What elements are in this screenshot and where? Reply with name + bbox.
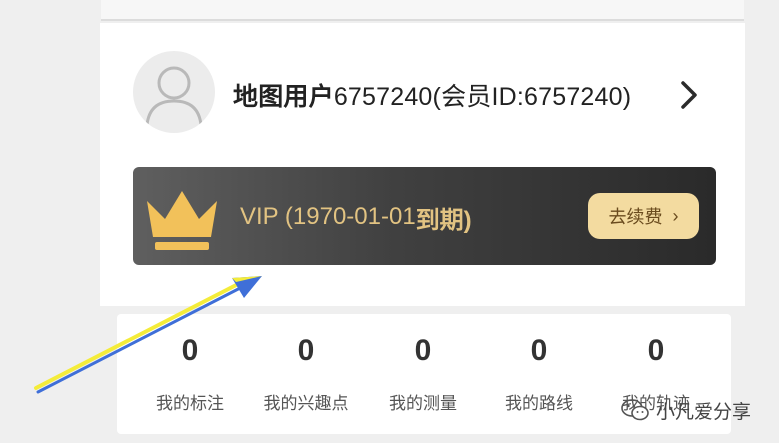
- chevron-right-icon[interactable]: [676, 78, 702, 112]
- stat-poi[interactable]: 0 我的兴趣点: [245, 314, 367, 434]
- renew-arrow-icon: ›: [672, 205, 679, 226]
- stat-label: 我的测量: [389, 394, 457, 413]
- stat-count: 0: [647, 334, 665, 367]
- stat-count: 0: [414, 334, 432, 367]
- user-name-line[interactable]: 地图用户 6757240(会员ID:6757240): [233, 75, 631, 115]
- stat-routes[interactable]: 0 我的路线: [478, 314, 600, 434]
- vip-status-date: VIP (1970-01-01: [240, 203, 416, 230]
- member-id: 6757240(会员ID:6757240): [333, 83, 632, 111]
- renew-label: 去续费: [608, 207, 663, 227]
- profile-card: 地图用户 6757240(会员ID:6757240) VIP (1970-01-…: [100, 23, 745, 306]
- vip-status: VIP (1970-01-01 到期): [240, 197, 472, 237]
- vip-banner[interactable]: VIP (1970-01-01 到期) 去续费 ›: [133, 167, 716, 265]
- stat-label: 我的路线: [505, 394, 573, 413]
- wechat-icon: [621, 399, 649, 421]
- crown-icon: [147, 191, 217, 250]
- stat-count: 0: [297, 334, 315, 367]
- watermark: 小凡爱分享: [620, 395, 751, 425]
- stat-label: 我的标注: [156, 394, 224, 413]
- stat-count: 0: [530, 334, 548, 367]
- watermark-text: 小凡爱分享: [656, 401, 752, 423]
- top-strip: [101, 0, 744, 21]
- stat-count: 0: [181, 334, 199, 367]
- avatar[interactable]: [133, 51, 215, 133]
- vip-status-expire: 到期): [415, 206, 472, 234]
- stat-label: 我的兴趣点: [263, 394, 349, 413]
- renew-button[interactable]: 去续费 ›: [588, 193, 699, 239]
- username: 地图用户: [233, 83, 334, 111]
- stat-measurements[interactable]: 0 我的测量: [362, 314, 484, 434]
- stat-annotations[interactable]: 0 我的标注: [129, 314, 251, 434]
- user-icon: [145, 66, 203, 126]
